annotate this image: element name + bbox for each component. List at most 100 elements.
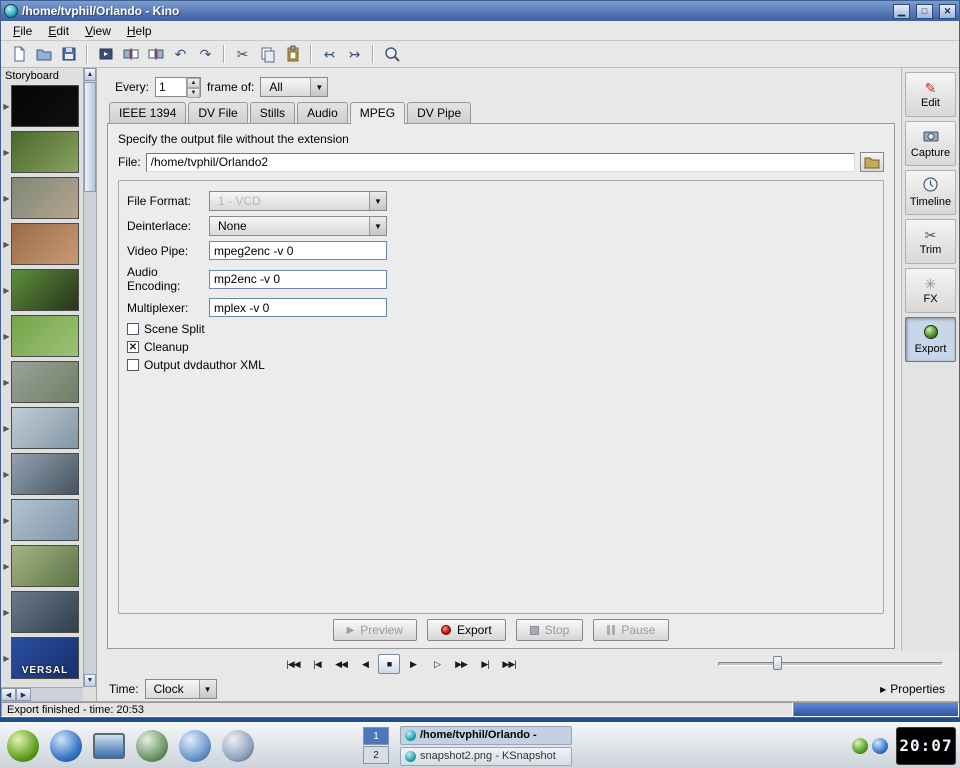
video-pipe-input[interactable] xyxy=(209,241,387,260)
copy-icon[interactable] xyxy=(256,43,279,65)
clip-thumbnail[interactable] xyxy=(11,85,79,127)
export-tab[interactable]: DV Pipe xyxy=(407,102,472,123)
browser-icon[interactable] xyxy=(47,727,85,765)
export-tab[interactable]: IEEE 1394 xyxy=(109,102,187,123)
scroll-left-icon[interactable]: ◀ xyxy=(1,688,16,701)
sidebar-item-edit[interactable]: ✎ Edit xyxy=(905,72,956,117)
every-spinbox[interactable]: ▲▼ xyxy=(155,77,202,98)
taskbar-task[interactable]: snapshot2.png - KSnapshot xyxy=(400,746,572,766)
storyboard-clip[interactable]: ▶ xyxy=(2,497,83,543)
transport-button[interactable]: ▷ xyxy=(426,654,448,674)
checkbox-option[interactable]: Cleanup xyxy=(127,340,875,354)
checkbox-option[interactable]: Output dvdauthor XML xyxy=(127,358,875,372)
export-tab[interactable]: Audio xyxy=(297,102,348,123)
paste-icon[interactable] xyxy=(281,43,304,65)
maximize-button[interactable]: □ xyxy=(916,3,933,19)
chevron-down-icon[interactable]: ▼ xyxy=(369,217,386,235)
preview-button[interactable]: ▶ Preview xyxy=(332,619,417,641)
checkbox-box[interactable] xyxy=(127,323,139,335)
minimize-button[interactable]: ▁ xyxy=(893,3,910,19)
transport-button[interactable]: |◀◀ xyxy=(282,654,304,674)
seek-forward-icon[interactable]: ↣ xyxy=(343,43,366,65)
every-input[interactable] xyxy=(156,78,187,96)
sidebar-item-export[interactable]: Export xyxy=(905,317,956,362)
transport-button[interactable]: ◀◀ xyxy=(330,654,352,674)
spin-up-icon[interactable]: ▲ xyxy=(187,78,201,88)
package-globe-icon[interactable] xyxy=(133,727,171,765)
export-tab[interactable]: Stills xyxy=(249,102,296,123)
sidebar-item-trim[interactable]: ✂ Trim xyxy=(905,219,956,264)
tray-icon[interactable] xyxy=(852,737,868,754)
transport-button[interactable]: ◀ xyxy=(354,654,376,674)
storyboard-clip[interactable]: ▶ xyxy=(2,313,83,359)
storyboard-clip[interactable]: ▶ xyxy=(2,83,83,129)
sidebar-item-capture[interactable]: Capture xyxy=(905,121,956,166)
storyboard-clip[interactable]: ▶ xyxy=(2,129,83,175)
frame-of-combo[interactable]: All ▼ xyxy=(260,77,329,97)
scroll-up-icon[interactable]: ▲ xyxy=(84,68,96,81)
transport-button[interactable]: ▶| xyxy=(474,654,496,674)
transport-button[interactable]: ▶ xyxy=(402,654,424,674)
storyboard-clip[interactable]: ▶ xyxy=(2,175,83,221)
save-file-icon[interactable] xyxy=(57,43,80,65)
chevron-down-icon[interactable]: ▼ xyxy=(310,78,328,96)
chat-icon[interactable] xyxy=(176,727,214,765)
storyboard-horizontal-scrollbar[interactable]: ◀ ▶ xyxy=(1,687,83,701)
scrollbar-thumb[interactable] xyxy=(84,82,96,192)
clip-thumbnail[interactable] xyxy=(11,223,79,265)
export-tab[interactable]: MPEG xyxy=(349,102,406,124)
checkbox-box[interactable] xyxy=(127,341,139,353)
transport-button[interactable]: ▶▶ xyxy=(450,654,472,674)
properties-link[interactable]: ▶ Properties xyxy=(880,682,945,696)
browse-folder-button[interactable] xyxy=(860,152,884,172)
storyboard-clip[interactable]: ▶ xyxy=(2,543,83,589)
scroll-right-icon[interactable]: ▶ xyxy=(16,688,31,701)
menu-item[interactable]: File xyxy=(5,22,40,40)
split-before-icon[interactable] xyxy=(119,43,142,65)
clip-thumbnail[interactable]: VERSAL xyxy=(11,637,79,679)
pager-desktop[interactable]: 2 xyxy=(363,746,389,764)
stop-button[interactable]: Stop xyxy=(515,619,584,641)
tray-icon[interactable] xyxy=(872,737,888,754)
spin-down-icon[interactable]: ▼ xyxy=(187,88,201,98)
utilities-icon[interactable] xyxy=(219,727,257,765)
deinterlace-combo[interactable]: None ▼ xyxy=(209,216,387,236)
terminal-icon[interactable] xyxy=(90,727,128,765)
sidebar-item-timeline[interactable]: Timeline xyxy=(905,170,956,215)
clip-thumbnail[interactable] xyxy=(11,453,79,495)
menu-item[interactable]: Edit xyxy=(40,22,77,40)
titlebar[interactable]: /home/tvphil/Orlando - Kino ▁ □ ✕ xyxy=(1,1,959,21)
export-tab[interactable]: DV File xyxy=(188,102,248,123)
open-file-icon[interactable] xyxy=(32,43,55,65)
clip-thumbnail[interactable] xyxy=(11,407,79,449)
storyboard-clip[interactable]: ▶ VERSAL xyxy=(2,635,83,681)
time-format-combo[interactable]: Clock ▼ xyxy=(144,679,217,699)
storyboard-clip[interactable]: ▶ xyxy=(2,359,83,405)
redo-icon[interactable]: ↷ xyxy=(194,43,217,65)
clip-thumbnail[interactable] xyxy=(11,177,79,219)
clip-thumbnail[interactable] xyxy=(11,131,79,173)
output-file-input[interactable] xyxy=(145,152,855,172)
checkbox-box[interactable] xyxy=(127,359,139,371)
transport-button[interactable]: |◀ xyxy=(306,654,328,674)
clip-thumbnail[interactable] xyxy=(11,545,79,587)
taskbar-task[interactable]: /home/tvphil/Orlando - xyxy=(400,725,572,745)
split-after-icon[interactable] xyxy=(144,43,167,65)
seek-backward-icon[interactable]: ↢ xyxy=(318,43,341,65)
transport-button[interactable]: ■ xyxy=(378,654,400,674)
multiplexer-input[interactable] xyxy=(209,298,387,317)
slider-handle[interactable] xyxy=(773,656,782,670)
chevron-down-icon[interactable]: ▼ xyxy=(198,680,216,698)
new-file-icon[interactable] xyxy=(7,43,30,65)
storyboard-clip[interactable]: ▶ xyxy=(2,221,83,267)
pager-desktop[interactable]: 1 xyxy=(363,727,389,745)
close-button[interactable]: ✕ xyxy=(939,3,956,19)
clip-thumbnail[interactable] xyxy=(11,315,79,357)
export-button[interactable]: Export xyxy=(426,619,506,641)
undo-icon[interactable]: ↶ xyxy=(169,43,192,65)
cut-icon[interactable]: ✂ xyxy=(231,43,254,65)
capture-frame-icon[interactable] xyxy=(94,43,117,65)
kmenu-icon[interactable] xyxy=(4,727,42,765)
storyboard-clip[interactable]: ▶ xyxy=(2,405,83,451)
transport-button[interactable]: ▶▶| xyxy=(498,654,520,674)
